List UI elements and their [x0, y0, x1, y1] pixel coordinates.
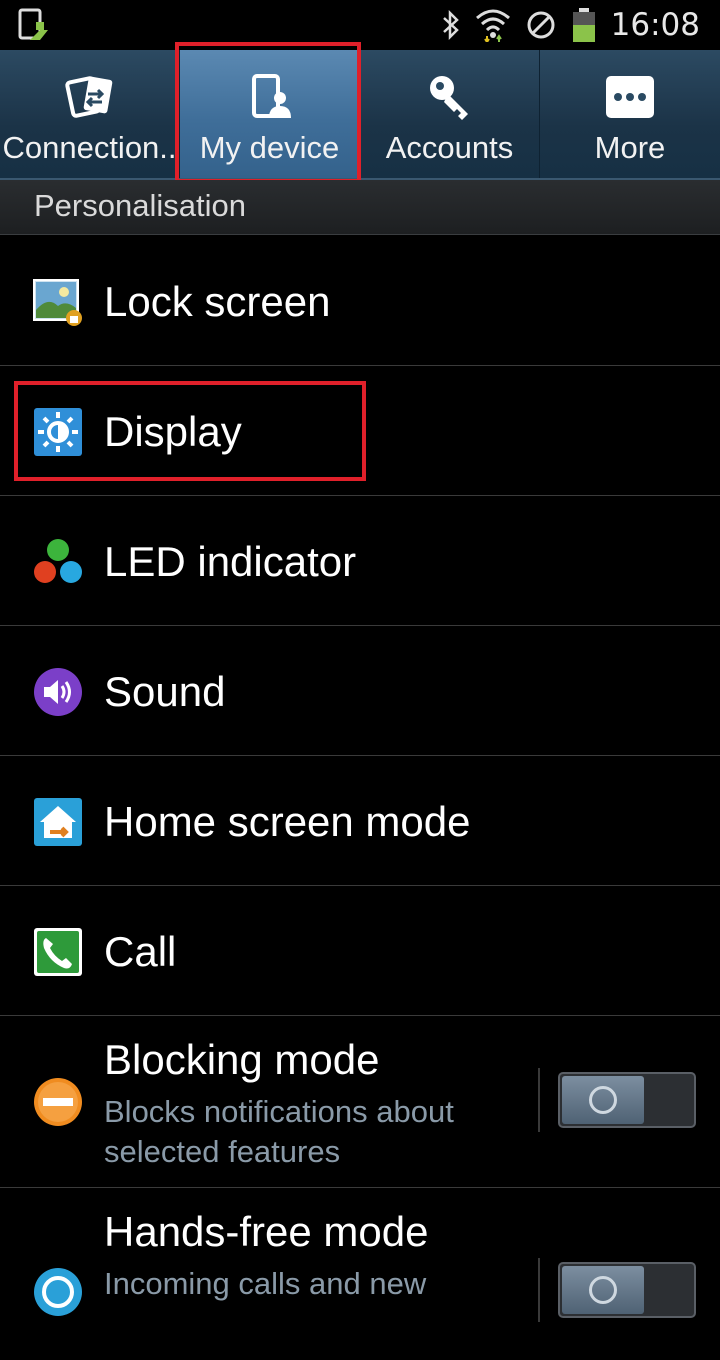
section-header-personalisation: Personalisation	[0, 180, 720, 235]
list-item-call[interactable]: Call	[0, 886, 720, 1016]
more-dots-icon	[606, 76, 654, 118]
list-item-home-screen-mode[interactable]: Home screen mode	[0, 756, 720, 886]
toggle-divider	[538, 1258, 540, 1322]
no-signal-icon	[527, 11, 555, 39]
bluetooth-icon	[442, 10, 459, 40]
item-title: Blocking mode	[104, 1036, 380, 1083]
tab-label: Accounts	[385, 130, 514, 165]
tab-my-device[interactable]: My device	[180, 50, 360, 178]
tab-more[interactable]: More	[540, 50, 720, 178]
wifi-icon	[475, 9, 510, 42]
tab-accounts[interactable]: Accounts	[360, 50, 540, 178]
list-item-lock-screen[interactable]: Lock screen	[0, 236, 720, 366]
item-title: Hands-free mode	[104, 1208, 429, 1255]
item-title: Home screen mode	[104, 798, 471, 845]
display-brightness-icon	[34, 408, 82, 456]
battery-icon	[572, 8, 595, 42]
hands-free-mode-toggle[interactable]	[558, 1262, 696, 1318]
list-item-display[interactable]: Display	[0, 366, 720, 496]
connections-icon	[64, 76, 112, 118]
item-title: LED indicator	[104, 538, 357, 585]
tab-label: Connection..	[2, 130, 177, 165]
list-item-led-indicator[interactable]: LED indicator	[0, 496, 720, 626]
accounts-key-icon	[429, 76, 468, 120]
call-icon	[34, 928, 82, 976]
item-title: Sound	[104, 668, 226, 715]
lock-screen-icon	[33, 279, 82, 326]
blocking-mode-icon	[34, 1078, 82, 1126]
item-subtitle: Incoming calls and new	[104, 1266, 427, 1301]
my-device-icon	[251, 74, 291, 118]
blocking-mode-toggle[interactable]	[558, 1072, 696, 1128]
sound-icon	[34, 668, 82, 716]
item-title: Display	[104, 408, 242, 455]
list-item-blocking-mode[interactable]: Blocking mode Blocks notifications about…	[0, 1016, 720, 1188]
status-time: 16:08	[610, 7, 700, 43]
toggle-knob	[562, 1076, 644, 1124]
led-indicator-icon	[34, 539, 82, 583]
item-title: Call	[104, 928, 177, 975]
section-title: Personalisation	[34, 188, 246, 223]
status-bar: 16:08	[0, 0, 720, 50]
settings-tabs: Connection.. My device Accounts More	[0, 50, 720, 180]
item-subtitle: Blocks notifications about selected feat…	[104, 1094, 454, 1169]
item-title: Lock screen	[104, 278, 331, 325]
toggle-knob	[562, 1266, 644, 1314]
tab-label: More	[594, 130, 666, 165]
app-update-icon	[18, 8, 48, 40]
list-item-sound[interactable]: Sound	[0, 626, 720, 756]
home-screen-icon	[34, 798, 82, 846]
tab-connections[interactable]: Connection..	[0, 50, 180, 178]
tab-label: My device	[199, 130, 340, 165]
list-item-hands-free-mode[interactable]: Hands-free mode Incoming calls and new	[0, 1188, 720, 1360]
hands-free-icon	[34, 1268, 82, 1316]
toggle-divider	[538, 1068, 540, 1132]
